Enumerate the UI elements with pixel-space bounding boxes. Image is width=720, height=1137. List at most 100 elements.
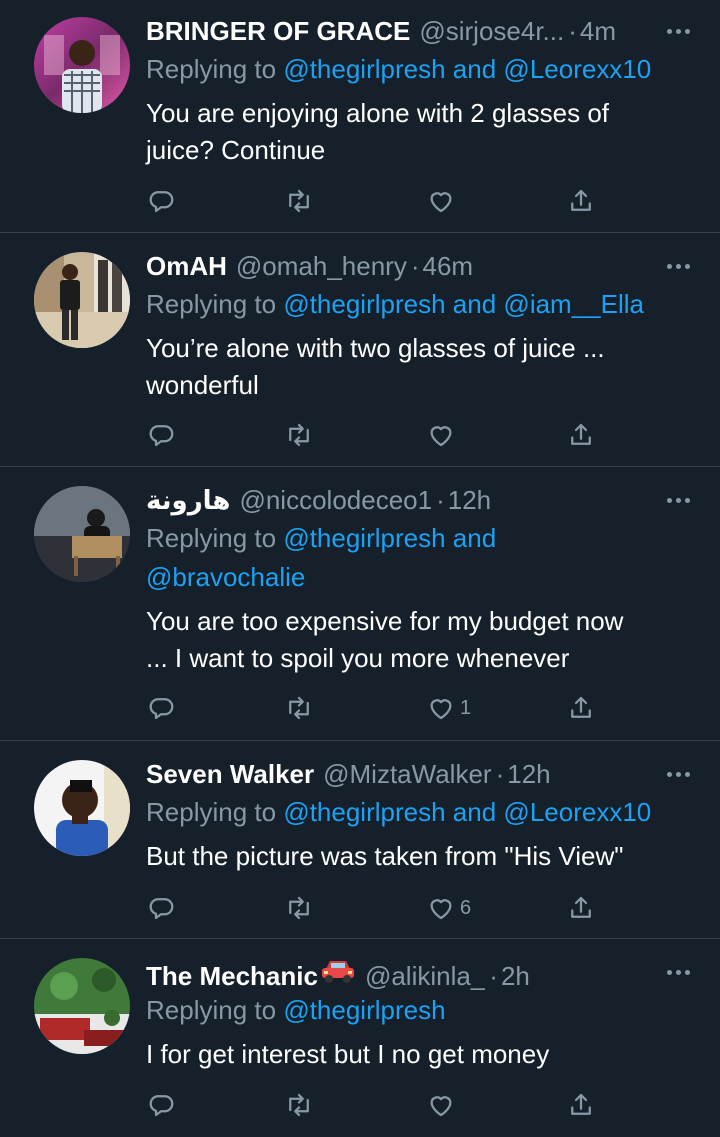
share-button[interactable] — [566, 691, 596, 725]
like-count: 6 — [460, 896, 472, 919]
display-name[interactable]: OmAH — [146, 249, 227, 283]
mention-link[interactable]: @Leorexx10 — [503, 797, 651, 827]
reply-button[interactable] — [146, 418, 176, 452]
tweet-3[interactable]: هارونة @niccolodeceo1 · 12h Replying to … — [0, 467, 720, 741]
avatar[interactable] — [34, 17, 130, 113]
tweet-text: You are too expensive for my budget now … — [146, 603, 690, 677]
tweet-5[interactable]: The Mechanic @alikinla_ · 2h Replying to… — [0, 939, 720, 1137]
dot-separator: · — [489, 961, 498, 991]
mention-conjunction: and — [452, 289, 497, 319]
user-handle[interactable]: @sirjose4r... — [419, 14, 564, 48]
mention-link[interactable]: @thegirlpresh — [283, 523, 445, 553]
avatar[interactable] — [34, 760, 130, 856]
action-bar — [146, 184, 596, 218]
reply-button[interactable] — [146, 184, 176, 218]
timestamp[interactable]: 12h — [507, 757, 550, 791]
reply-icon — [149, 191, 174, 213]
replying-to-label: Replying to — [146, 995, 277, 1025]
replying-to: Replying to @thegirlpresh and @iam__Ella — [146, 285, 690, 324]
mention-link[interactable]: @Leorexx10 — [503, 54, 651, 84]
mention-link[interactable]: @iam__Ella — [503, 289, 644, 319]
like-button[interactable]: 1 — [426, 691, 471, 725]
more-icon[interactable] — [667, 955, 690, 989]
retweet-icon — [289, 189, 309, 213]
timestamp[interactable]: 46m — [423, 249, 474, 283]
avatar[interactable] — [34, 958, 130, 1054]
replying-to-label: Replying to — [146, 54, 277, 84]
tweet-text-line: But the picture was taken from "His View… — [146, 841, 624, 871]
more-icon[interactable] — [667, 757, 690, 791]
more-icon[interactable] — [667, 483, 690, 517]
replying-to: Replying to @thegirlpresh and @Leorexx10 — [146, 50, 690, 89]
mention-conjunction: and — [452, 523, 497, 553]
share-icon — [571, 423, 591, 445]
share-icon — [571, 896, 591, 918]
timestamp[interactable]: 2h — [501, 959, 530, 993]
retweet-button[interactable] — [284, 184, 314, 218]
tweet-1[interactable]: BRINGER OF GRACE @sirjose4r... · 4m Repl… — [0, 0, 720, 233]
reply-button[interactable] — [146, 891, 176, 925]
reply-icon — [149, 898, 174, 920]
mention-conjunction: and — [452, 54, 497, 84]
tweet-text-line: You are enjoying alone with 2 glasses of — [146, 98, 610, 128]
dot-separator: · — [410, 251, 420, 281]
avatar[interactable] — [34, 252, 130, 348]
more-icon[interactable] — [667, 14, 690, 48]
tweet-text: You are enjoying alone with 2 glasses of… — [146, 95, 690, 169]
retweet-button[interactable] — [284, 1088, 314, 1122]
replying-to: Replying to @thegirlpresh — [146, 991, 690, 1030]
reply-feed: BRINGER OF GRACE @sirjose4r... · 4m Repl… — [0, 0, 720, 1137]
tweet-text-line: You’re alone with two glasses of juice .… — [146, 333, 605, 363]
heart-icon — [430, 899, 452, 920]
reply-icon — [149, 1095, 174, 1117]
tweet-text-line: You are too expensive for my budget now — [146, 606, 624, 636]
reply-button[interactable] — [146, 1088, 176, 1122]
tweet-4[interactable]: Seven Walker @MiztaWalker · 12h Replying… — [0, 741, 720, 939]
share-button[interactable] — [566, 184, 596, 218]
user-handle[interactable]: @MiztaWalker — [323, 757, 491, 791]
like-count: 1 — [460, 696, 472, 719]
like-button[interactable]: 6 — [426, 891, 471, 925]
display-name[interactable]: هارونة — [146, 483, 230, 517]
retweet-button[interactable] — [284, 418, 314, 452]
avatar[interactable] — [34, 486, 130, 582]
mention-link[interactable]: @thegirlpresh — [283, 54, 445, 84]
timestamp[interactable]: 12h — [448, 483, 491, 517]
share-button[interactable] — [566, 1088, 596, 1122]
share-icon — [571, 1093, 591, 1115]
tweet-text-line: juice? Continue — [146, 135, 326, 165]
share-button[interactable] — [566, 418, 596, 452]
mention-link[interactable]: @thegirlpresh — [283, 797, 445, 827]
display-name[interactable]: BRINGER OF GRACE — [146, 14, 410, 48]
reply-button[interactable] — [146, 691, 176, 725]
mention-link[interactable]: @thegirlpresh — [283, 289, 445, 319]
action-bar: 6 — [146, 891, 596, 925]
dot-separator: · — [436, 485, 445, 515]
heart-icon — [430, 192, 452, 213]
mention-conjunction: and — [452, 797, 497, 827]
timestamp[interactable]: 4m — [580, 14, 616, 48]
mention-link[interactable]: @thegirlpresh — [283, 995, 445, 1025]
retweet-button[interactable] — [284, 691, 314, 725]
dot-separator: · — [568, 16, 577, 46]
user-handle[interactable]: @alikinla_ — [365, 959, 485, 993]
replying-to: Replying to @thegirlpresh and @bravochal… — [146, 519, 690, 597]
display-name[interactable]: The Mechanic — [146, 959, 318, 993]
user-handle[interactable]: @omah_henry — [236, 249, 407, 283]
more-icon[interactable] — [667, 249, 690, 283]
display-name[interactable]: Seven Walker — [146, 757, 314, 791]
like-button[interactable] — [426, 418, 460, 452]
replying-to: Replying to @thegirlpresh and @Leorexx10 — [146, 793, 690, 832]
like-button[interactable] — [426, 1088, 460, 1122]
share-button[interactable] — [566, 891, 596, 925]
mention-link[interactable]: @bravochalie — [146, 562, 305, 592]
replying-to-label: Replying to — [146, 523, 277, 553]
tweet-text: I for get interest but I no get money — [146, 1036, 690, 1073]
heart-icon — [430, 1096, 452, 1117]
tweet-2[interactable]: OmAH @omah_henry · 46m Replying to @theg… — [0, 233, 720, 467]
user-handle[interactable]: @niccolodeceo1 — [239, 483, 432, 517]
car-emoji — [321, 961, 354, 983]
like-button[interactable] — [426, 184, 460, 218]
retweet-button[interactable] — [284, 891, 314, 925]
share-icon — [571, 189, 591, 211]
